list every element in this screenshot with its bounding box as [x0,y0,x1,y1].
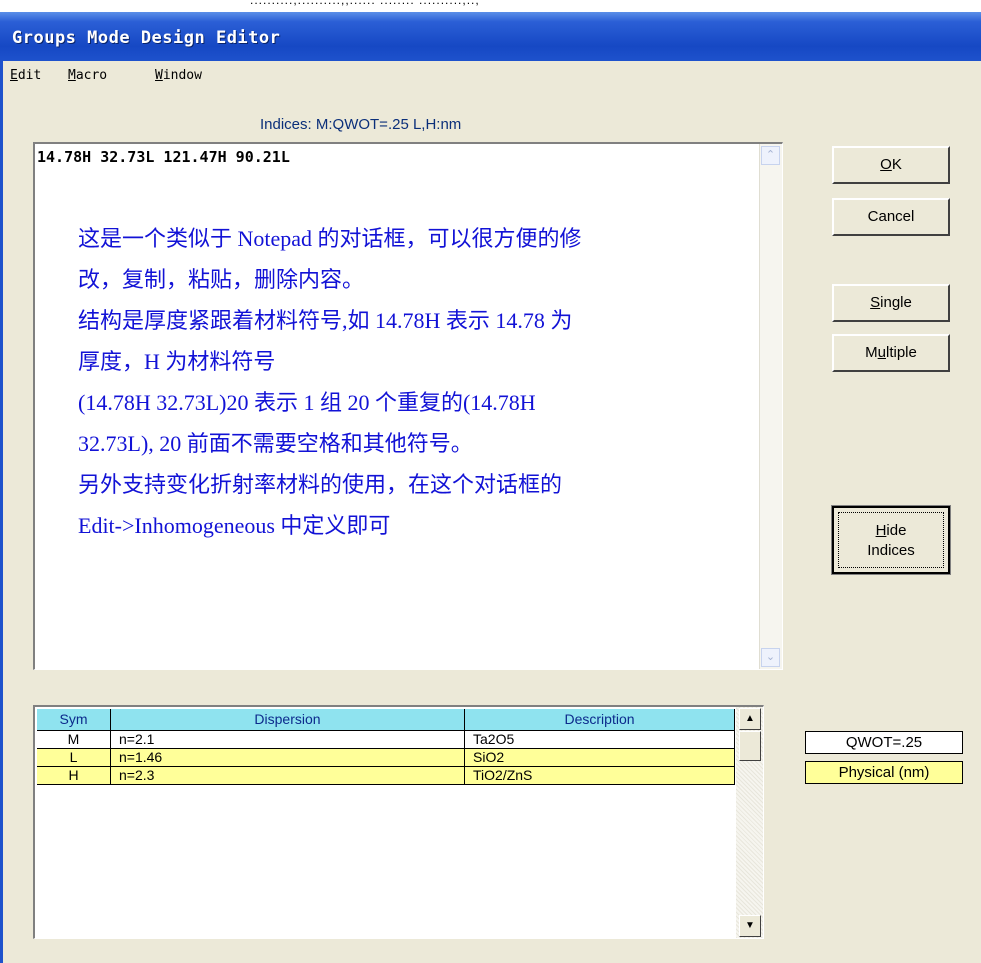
table-row[interactable]: L n=1.46 SiO2 [37,749,735,767]
top-strip-text: ..........,..........,,...... ........ .… [250,0,480,7]
top-strip: ..........,..........,,...... ........ .… [0,0,981,12]
table-row[interactable]: H n=2.3 TiO2/ZnS [37,767,735,785]
cell-sym[interactable]: H [37,767,111,784]
note-line: 32.73L), 20 前面不需要空格和其他符号。 [78,431,473,456]
single-button[interactable]: Single [832,284,950,322]
physical-unit-option[interactable]: Physical (nm) [805,761,963,784]
menu-edit[interactable]: Edit [10,68,41,83]
table-row[interactable]: M n=2.1 Ta2O5 [37,731,735,749]
note-line: 结构是厚度紧跟着材料符号,如 14.78H 表示 14.78 为 [78,308,573,333]
column-header-description[interactable]: Description [465,709,735,730]
cell-dispersion[interactable]: n=2.3 [111,767,465,784]
menu-window[interactable]: Window [155,68,202,83]
table-scroll-thumb[interactable] [739,731,761,761]
cell-description[interactable]: TiO2/ZnS [465,767,735,784]
cell-sym[interactable]: L [37,749,111,766]
table-scroll-down-button[interactable]: ▼ [739,915,761,937]
cell-sym[interactable]: M [37,731,111,748]
window-title: Groups Mode Design Editor [12,28,281,48]
qwot-unit-option[interactable]: QWOT=.25 [805,731,963,754]
note-line: 另外支持变化折射率材料的使用，在这个对话框的 [78,472,563,497]
title-bar[interactable]: Groups Mode Design Editor [0,12,981,61]
hide-indices-label: Hide Indices [838,512,944,568]
editor-scroll-up-button[interactable]: ⌃ [761,146,780,165]
column-header-sym[interactable]: Sym [37,709,111,730]
multiple-button[interactable]: Multiple [832,334,950,372]
note-line: (14.78H 32.73L)20 表示 1 组 20 个重复的(14.78H [78,390,536,415]
menu-bar: Edit Macro Window [0,62,981,90]
cell-dispersion[interactable]: n=1.46 [111,749,465,766]
cell-dispersion[interactable]: n=2.1 [111,731,465,748]
note-line: 厚度，H 为材料符号 [78,349,276,374]
editor-scrollbar[interactable]: ⌃ ⌄ [759,144,782,669]
window-left-border [0,61,3,963]
materials-table[interactable]: Sym Dispersion Description M n=2.1 Ta2O5… [33,705,764,939]
ok-button[interactable]: OK [832,146,950,184]
editor-scroll-down-button[interactable]: ⌄ [761,648,780,667]
column-header-dispersion[interactable]: Dispersion [111,709,465,730]
menu-macro[interactable]: Macro [68,68,107,83]
cell-description[interactable]: SiO2 [465,749,735,766]
cancel-button[interactable]: Cancel [832,198,950,236]
note-line: 改，复制，粘贴，删除内容。 [78,267,365,292]
cell-description[interactable]: Ta2O5 [465,731,735,748]
table-scroll-up-button[interactable]: ▲ [739,708,761,730]
table-scrollbar[interactable]: ▲ ▼ [736,707,763,938]
table-header: Sym Dispersion Description [37,709,735,731]
note-line: 这是一个类似于 Notepad 的对话框，可以很方便的修 [78,226,582,251]
annotation-note: 这是一个类似于 Notepad 的对话框，可以很方便的修 改，复制，粘贴，删除内… [78,218,728,546]
design-formula[interactable]: 14.78H 32.73L 121.47H 90.21L [37,148,290,166]
indices-label: Indices: M:QWOT=.25 L,H:nm [260,116,462,133]
note-line: Edit->Inhomogeneous 中定义即可 [78,513,391,538]
hide-indices-button[interactable]: Hide Indices [831,505,951,575]
